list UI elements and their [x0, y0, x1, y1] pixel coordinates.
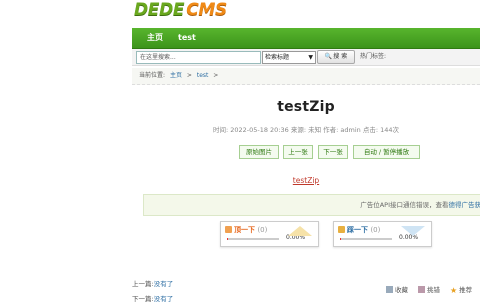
breadcrumb: 当前位置: 主页 > test > [132, 68, 480, 85]
search-icon: 🔍 [325, 53, 332, 60]
up-arrow-icon [288, 226, 312, 236]
next-article-value: 没有了 [154, 295, 174, 303]
search-button-label: 搜 索 [333, 53, 347, 60]
hot-tags-label: 热门标签: [360, 51, 386, 62]
thumbs-up-icon [225, 226, 232, 233]
next-article-label: 下一篇: [132, 295, 154, 303]
vote-down-text: 踩一下 [347, 226, 368, 234]
prev-image-button[interactable]: 上一张 [283, 145, 313, 159]
original-image-button[interactable]: 原始图片 [239, 145, 279, 159]
ad-banner: 广告位API接口通信错误，查看德得广告获 [143, 194, 480, 216]
chevron-down-icon: ▼ [308, 52, 313, 63]
search-button[interactable]: 🔍搜 索 [317, 50, 355, 64]
report-error-action[interactable]: 挑错 [418, 284, 440, 294]
vote-up-bar [227, 238, 279, 240]
recommend-action[interactable]: ★推荐 [450, 284, 472, 294]
vote-down-count: (0) [370, 226, 380, 234]
search-type-value: 检索标题 [265, 54, 289, 61]
photo-controls: 原始图片 上一张 下一张 自动 / 暂停播放 [132, 145, 480, 159]
report-icon [418, 286, 425, 293]
recommend-label: 推荐 [459, 286, 472, 294]
prev-article-label: 上一篇: [132, 280, 154, 288]
prev-article-value: 没有了 [154, 280, 174, 288]
report-label: 挑错 [427, 286, 440, 294]
search-input[interactable]: 在这里搜索... [136, 51, 261, 64]
favorite-icon [386, 286, 393, 293]
vote-up-bar-fill [227, 238, 228, 240]
vote-up-text: 顶一下 [234, 226, 255, 234]
nav-item-test[interactable]: test [178, 28, 196, 48]
article-title: testZip [132, 99, 480, 115]
vote-up-label: 顶一下 (0) [225, 225, 267, 235]
attachment-link[interactable]: testZip [132, 176, 480, 185]
vote-up-count: (0) [257, 226, 267, 234]
favorite-label: 收藏 [395, 286, 408, 294]
favorite-action[interactable]: 收藏 [386, 284, 408, 294]
autoplay-button[interactable]: 自动 / 暂停播放 [353, 145, 420, 159]
next-article: 下一篇:没有了 [132, 293, 173, 303]
vote-down-bar-fill [340, 238, 341, 240]
logo-part-dede: DEDE [134, 0, 184, 20]
ad-text: 广告位API接口通信错误，查看 [360, 201, 448, 209]
breadcrumb-separator-end: > [213, 72, 218, 79]
breadcrumb-separator: > [187, 72, 192, 79]
prev-article: 上一篇:没有了 [132, 278, 173, 288]
search-type-select[interactable]: 检索标题 ▼ [262, 51, 316, 64]
vote-down-bar [340, 238, 392, 240]
down-arrow-icon [401, 226, 425, 236]
breadcrumb-prefix: 当前位置: [139, 72, 165, 79]
search-bar: 在这里搜索... 检索标题 ▼ 🔍搜 索 热门标签: [132, 49, 480, 66]
breadcrumb-section[interactable]: test [197, 72, 209, 79]
breadcrumb-home[interactable]: 主页 [170, 72, 182, 79]
thumbs-down-icon [338, 226, 345, 233]
vote-down-label: 踩一下 (0) [338, 225, 380, 235]
logo-part-cms: CMS [186, 0, 227, 20]
vote-up-box[interactable]: 顶一下 (0) 0.00% [220, 221, 319, 247]
ad-link[interactable]: 德得广告获 [449, 201, 480, 209]
star-icon: ★ [450, 287, 457, 294]
nav-item-home[interactable]: 主页 [147, 28, 163, 48]
vote-down-box[interactable]: 踩一下 (0) 0.00% [333, 221, 432, 247]
main-nav: 主页 test [132, 28, 480, 49]
next-image-button[interactable]: 下一张 [318, 145, 348, 159]
article-meta: 时间: 2022-05-18 20:36 来源: 未知 作者: admin 点击… [132, 124, 480, 134]
site-logo[interactable]: DEDECMS [134, 0, 227, 20]
